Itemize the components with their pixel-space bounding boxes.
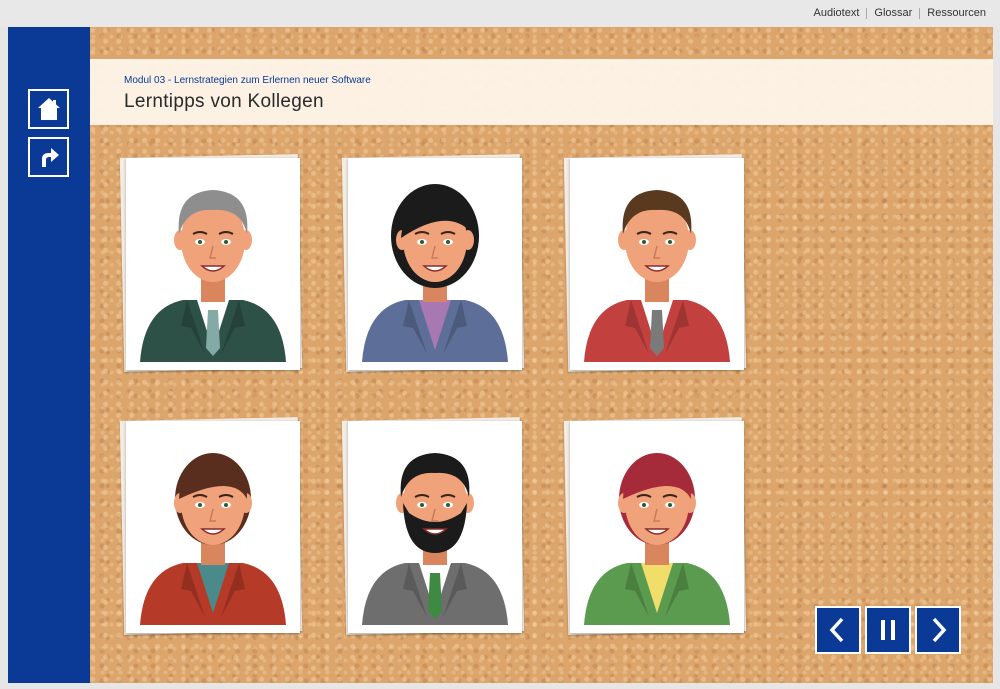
colleague-card-3[interactable]	[563, 154, 747, 376]
colleague-portrait-icon	[140, 453, 286, 625]
page-title: Lerntipps von Kollegen	[124, 91, 324, 112]
top-bar: Audiotext Glossar Ressourcen	[0, 0, 1000, 27]
prev-arrow-icon	[829, 617, 844, 643]
corkboard: Modul 03 - Lernstrategien zum Erlernen n…	[90, 27, 993, 683]
colleague-card-6[interactable]	[563, 417, 747, 639]
pause-button[interactable]	[865, 606, 911, 654]
divider	[919, 7, 921, 19]
home-button[interactable]	[28, 89, 69, 129]
pause-icon	[881, 620, 895, 640]
audiotext-link[interactable]: Audiotext	[814, 7, 860, 19]
colleague-photo[interactable]	[348, 158, 522, 370]
colleague-portrait-icon	[140, 190, 286, 362]
next-button[interactable]	[915, 606, 961, 654]
ressourcen-link[interactable]: Ressourcen	[927, 7, 986, 19]
colleague-portrait-icon	[362, 184, 508, 362]
course-frame: Modul 03 - Lernstrategien zum Erlernen n…	[8, 27, 993, 683]
colleague-card-4[interactable]	[119, 417, 303, 639]
colleague-photo[interactable]	[126, 158, 300, 370]
colleague-photo[interactable]	[570, 158, 744, 370]
colleague-photo[interactable]	[570, 421, 744, 633]
home-icon	[37, 98, 60, 120]
navigation-controls	[815, 606, 961, 654]
glossar-link[interactable]: Glossar	[874, 7, 912, 19]
sidebar	[8, 27, 90, 683]
module-label: Modul 03 - Lernstrategien zum Erlernen n…	[124, 75, 371, 86]
colleague-photo[interactable]	[348, 421, 522, 633]
colleague-portrait-icon	[362, 453, 508, 625]
back-arrow-icon	[41, 148, 59, 167]
colleague-card-5[interactable]	[341, 417, 525, 639]
next-arrow-icon	[932, 617, 947, 643]
prev-button[interactable]	[815, 606, 861, 654]
top-links: Audiotext Glossar Ressourcen	[814, 7, 986, 19]
back-button[interactable]	[28, 137, 69, 177]
page-header: Modul 03 - Lernstrategien zum Erlernen n…	[90, 59, 993, 125]
divider	[866, 7, 868, 19]
colleague-portrait-icon	[584, 453, 730, 625]
colleague-card-2[interactable]	[341, 154, 525, 376]
colleague-portrait-icon	[584, 190, 730, 362]
colleague-photo[interactable]	[126, 421, 300, 633]
colleague-card-1[interactable]	[119, 154, 303, 376]
